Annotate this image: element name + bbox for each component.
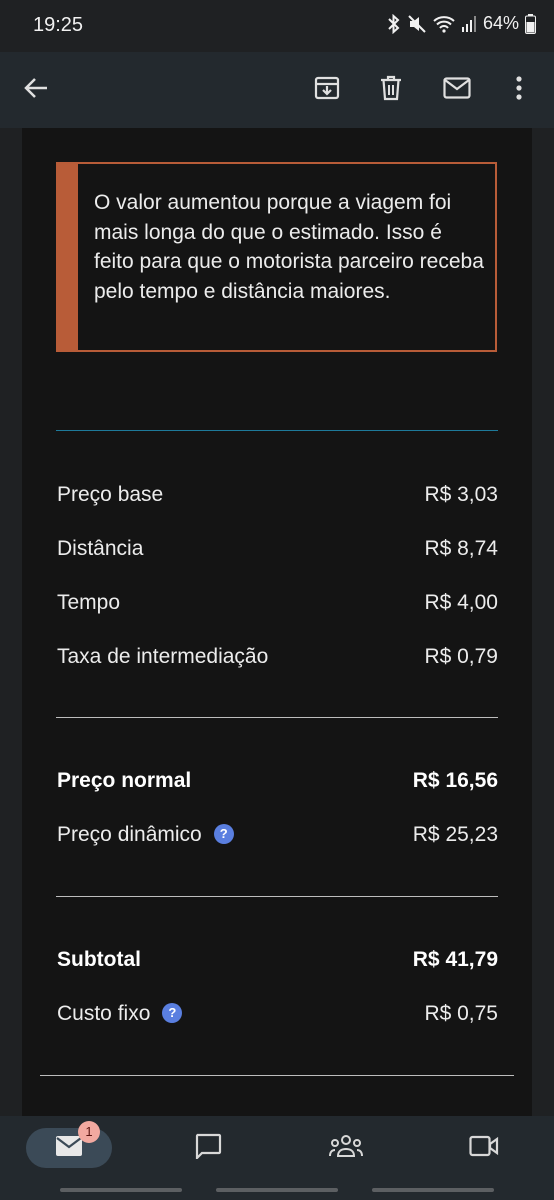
fare-label: Subtotal: [57, 948, 141, 971]
fare-value: R$ 3,03: [424, 483, 498, 506]
fare-row-normal-price: Preço normal R$ 16,56: [57, 766, 498, 796]
bottom-navigation: 1: [0, 1116, 554, 1200]
fare-row-base: Preço base R$ 3,03: [57, 480, 498, 510]
status-time: 19:25: [33, 14, 84, 36]
meet-icon: [469, 1135, 499, 1162]
mail-icon: [443, 76, 471, 104]
trash-icon: [379, 75, 403, 106]
fare-value: R$ 41,79: [412, 948, 498, 971]
app-bar: [0, 52, 554, 128]
fare-label-text: Preço dinâmico: [57, 823, 202, 846]
nav-spaces[interactable]: [324, 1128, 368, 1168]
status-icons: 64%: [387, 13, 536, 34]
fare-label: Distância: [57, 537, 144, 560]
wifi-icon: [433, 15, 455, 33]
back-arrow-icon: [23, 76, 49, 105]
spaces-icon: [329, 1134, 363, 1163]
unread-badge: 1: [78, 1121, 100, 1143]
section-divider: [56, 896, 498, 897]
battery-icon: [525, 13, 536, 34]
fare-label: Custo fixo?: [57, 999, 183, 1029]
gesture-bar: [372, 1188, 494, 1192]
archive-button[interactable]: [303, 66, 351, 114]
fare-increase-notice: O valor aumentou porque a viagem foi mai…: [56, 162, 497, 352]
help-icon[interactable]: ?: [213, 824, 234, 844]
archive-icon: [314, 75, 340, 106]
fare-row-fee: Taxa de intermediação R$ 0,79: [57, 642, 498, 672]
fare-row-dynamic-price: Preço dinâmico? R$ 25,23: [57, 820, 498, 850]
section-divider: [40, 1075, 514, 1076]
chat-icon: [194, 1133, 222, 1164]
more-options-button[interactable]: [495, 66, 543, 114]
fare-value: R$ 16,56: [412, 769, 498, 792]
help-icon[interactable]: ?: [162, 1003, 183, 1023]
nav-chat[interactable]: [186, 1128, 230, 1168]
fare-row-subtotal: Subtotal R$ 41,79: [57, 945, 498, 975]
fare-row-time: Tempo R$ 4,00: [57, 588, 498, 618]
fare-label: Preço base: [57, 483, 164, 506]
fare-value: R$ 4,00: [424, 591, 498, 614]
gesture-bar: [60, 1188, 182, 1192]
nav-mail[interactable]: 1: [26, 1121, 112, 1168]
back-button[interactable]: [12, 66, 60, 114]
nav-meet[interactable]: [462, 1128, 506, 1168]
fare-label: Preço normal: [57, 769, 192, 792]
battery-percent: 64%: [482, 13, 519, 33]
bluetooth-icon: [387, 13, 401, 34]
fare-label: Tempo: [57, 591, 121, 614]
email-body: O valor aumentou porque a viagem foi mai…: [22, 128, 532, 1118]
fare-row-fixed-cost: Custo fixo? R$ 0,75: [57, 999, 498, 1029]
fare-row-distance: Distância R$ 8,74: [57, 534, 498, 564]
fare-label: Preço dinâmico?: [57, 820, 234, 850]
notice-text: O valor aumentou porque a viagem foi mai…: [94, 191, 484, 303]
fare-label: Taxa de intermediação: [57, 645, 269, 668]
section-divider: [56, 430, 498, 431]
fare-value: R$ 0,79: [424, 645, 498, 668]
delete-button[interactable]: [367, 66, 415, 114]
signal-icon: [461, 15, 477, 33]
status-bar: 19:25 64%: [0, 0, 554, 52]
mail-icon: [55, 1135, 83, 1162]
section-divider: [56, 717, 498, 718]
fare-value: R$ 0,75: [424, 1002, 498, 1025]
more-vert-icon: [515, 75, 523, 105]
notice-accent-bar: [58, 164, 78, 350]
mute-icon: [407, 14, 427, 34]
gesture-bar: [216, 1188, 338, 1192]
fare-value: R$ 8,74: [424, 537, 498, 560]
fare-label-text: Custo fixo: [57, 1002, 151, 1025]
page: 19:25 64% O valor aumentou porque a viag…: [0, 0, 554, 1200]
fare-value: R$ 25,23: [412, 823, 498, 846]
mark-unread-button[interactable]: [433, 66, 481, 114]
